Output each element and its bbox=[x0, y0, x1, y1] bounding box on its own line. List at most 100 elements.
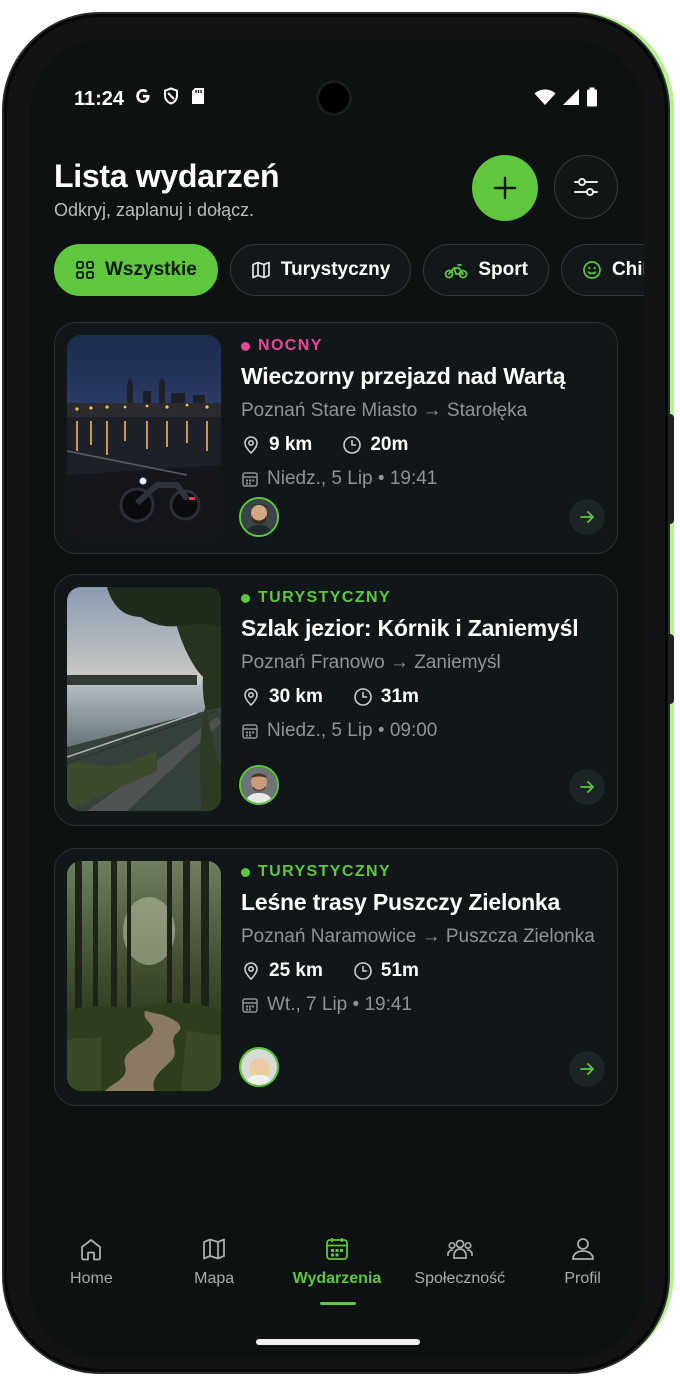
status-bar: 11:24 bbox=[30, 40, 644, 130]
plus-icon bbox=[493, 176, 517, 200]
category-filter-bar: Wszystkie Turystyczny Sport Chill bbox=[54, 244, 644, 296]
nav-item-spolecznosc[interactable]: Społeczność bbox=[398, 1210, 521, 1320]
profile-icon bbox=[571, 1238, 594, 1260]
event-thumbnail bbox=[67, 861, 221, 1091]
location-pin-icon bbox=[244, 962, 258, 981]
event-duration: 31m bbox=[380, 686, 419, 707]
event-card[interactable]: TURYSTYCZNY Leśne trasy Puszczy Zielonka… bbox=[54, 848, 618, 1106]
event-distance: 9 km bbox=[269, 434, 313, 455]
event-duration: 51m bbox=[380, 960, 419, 981]
filter-settings-button[interactable] bbox=[554, 155, 618, 219]
phone-frame: 11:24 Lista wydarzeń Odkryj, zaplanuj i … bbox=[4, 14, 674, 1372]
open-event-button[interactable] bbox=[569, 769, 605, 805]
nav-item-home[interactable]: Home bbox=[30, 1210, 153, 1320]
calendar-icon bbox=[242, 998, 258, 1013]
location-pin-icon bbox=[244, 436, 258, 455]
tag-label: NOCNY bbox=[258, 337, 323, 354]
event-duration: 20m bbox=[370, 434, 409, 455]
arrow-right-icon bbox=[580, 511, 594, 523]
tag-label: TURYSTYCZNY bbox=[258, 863, 392, 880]
event-tag: TURYSTYCZNY bbox=[241, 589, 605, 607]
nav-item-mapa[interactable]: Mapa bbox=[153, 1210, 276, 1320]
map-icon bbox=[203, 1238, 226, 1260]
event-thumbnail bbox=[67, 587, 221, 811]
organizer-avatar[interactable] bbox=[239, 1047, 279, 1087]
event-date-row: Niedz., 5 Lip • 19:41 bbox=[241, 468, 605, 490]
arrow-right-icon bbox=[580, 1063, 594, 1075]
chip-turystyczny[interactable]: Turystyczny bbox=[229, 244, 412, 296]
calendar-icon bbox=[242, 724, 258, 739]
calendar-icon bbox=[242, 472, 258, 487]
grid-icon bbox=[76, 261, 94, 279]
chip-label: Turystyczny bbox=[280, 259, 391, 280]
clock-icon bbox=[343, 436, 362, 454]
event-date-row: Wt., 7 Lip • 19:41 bbox=[241, 994, 605, 1016]
community-icon bbox=[446, 1239, 473, 1259]
open-event-button[interactable] bbox=[569, 1051, 605, 1087]
event-route: Poznań Stare Miasto → Starołęka bbox=[241, 400, 528, 421]
chip-label: Chill bbox=[611, 259, 644, 280]
volume-button bbox=[668, 414, 674, 524]
nav-label: Mapa bbox=[194, 1270, 235, 1287]
event-tag: TURYSTYCZNY bbox=[241, 863, 605, 881]
status-time: 11:24 bbox=[74, 88, 125, 110]
organizer-avatar[interactable] bbox=[239, 497, 279, 537]
add-event-button[interactable] bbox=[472, 155, 538, 221]
battery-icon bbox=[587, 87, 597, 107]
gesture-home-bar[interactable] bbox=[256, 1339, 420, 1345]
chip-wszystkie[interactable]: Wszystkie bbox=[54, 244, 218, 296]
nav-label: Home bbox=[70, 1270, 113, 1287]
nav-label: Wydarzenia bbox=[292, 1270, 382, 1287]
tag-label: TURYSTYCZNY bbox=[258, 589, 392, 606]
smile-icon bbox=[583, 261, 601, 279]
event-date: Niedz., 5 Lip • 09:00 bbox=[267, 720, 438, 741]
event-title: Leśne trasy Puszczy Zielonka bbox=[241, 889, 561, 915]
calendar-icon bbox=[326, 1238, 348, 1260]
sd-card-icon bbox=[192, 88, 204, 104]
front-camera bbox=[316, 80, 352, 116]
app-screen: 11:24 Lista wydarzeń Odkryj, zaplanuj i … bbox=[30, 40, 644, 1358]
map-icon bbox=[252, 261, 270, 279]
home-icon bbox=[81, 1239, 102, 1261]
event-date: Wt., 7 Lip • 19:41 bbox=[267, 994, 413, 1015]
event-title: Wieczorny przejazd nad Wartą bbox=[241, 363, 566, 389]
event-distance: 30 km bbox=[269, 686, 323, 707]
motorcycle-icon bbox=[444, 264, 468, 279]
power-button bbox=[668, 634, 674, 704]
event-info: TURYSTYCZNY Leśne trasy Puszczy Zielonka… bbox=[241, 863, 605, 1016]
chip-sport[interactable]: Sport bbox=[423, 244, 549, 296]
tag-dot bbox=[241, 341, 250, 351]
cellular-icon bbox=[563, 89, 579, 105]
tag-dot bbox=[241, 867, 250, 877]
chip-chill[interactable]: Chill bbox=[560, 244, 644, 296]
organizer-avatar[interactable] bbox=[239, 765, 279, 805]
wifi-icon bbox=[534, 89, 556, 105]
location-pin-icon bbox=[244, 688, 258, 707]
event-stats: 9 km 20m bbox=[241, 434, 605, 456]
arrow-right-icon bbox=[580, 781, 594, 793]
google-icon bbox=[136, 89, 150, 103]
event-date: Niedz., 5 Lip • 19:41 bbox=[267, 468, 438, 489]
open-event-button[interactable] bbox=[569, 499, 605, 535]
event-stats: 25 km 51m bbox=[241, 960, 605, 982]
event-tag: NOCNY bbox=[241, 337, 605, 355]
event-card[interactable]: TURYSTYCZNY Szlak jezior: Kórnik i Zanie… bbox=[54, 574, 618, 826]
clock-icon bbox=[354, 962, 372, 980]
page-subtitle: Odkryj, zaplanuj i dołącz. bbox=[54, 200, 255, 220]
sliders-icon bbox=[574, 178, 598, 196]
event-card[interactable]: NOCNY Wieczorny przejazd nad Wartą Pozna… bbox=[54, 322, 618, 554]
event-distance: 25 km bbox=[269, 960, 323, 981]
page-title: Lista wydarzeń bbox=[54, 158, 280, 194]
event-stats: 30 km 31m bbox=[241, 686, 605, 708]
tag-dot bbox=[241, 593, 250, 603]
chip-label: Wszystkie bbox=[105, 259, 197, 280]
event-route: Poznań Franowo → Zaniemyśl bbox=[241, 652, 501, 673]
shield-icon bbox=[164, 87, 178, 105]
event-date-row: Niedz., 5 Lip • 09:00 bbox=[241, 720, 605, 742]
nav-active-indicator bbox=[320, 1302, 356, 1305]
nav-item-profil[interactable]: Profil bbox=[521, 1210, 644, 1320]
event-route: Poznań Naramowice → Puszcza Zielonka bbox=[241, 926, 595, 947]
nav-label: Społeczność bbox=[414, 1270, 506, 1287]
nav-label: Profil bbox=[564, 1270, 601, 1287]
chip-label: Sport bbox=[478, 259, 528, 280]
